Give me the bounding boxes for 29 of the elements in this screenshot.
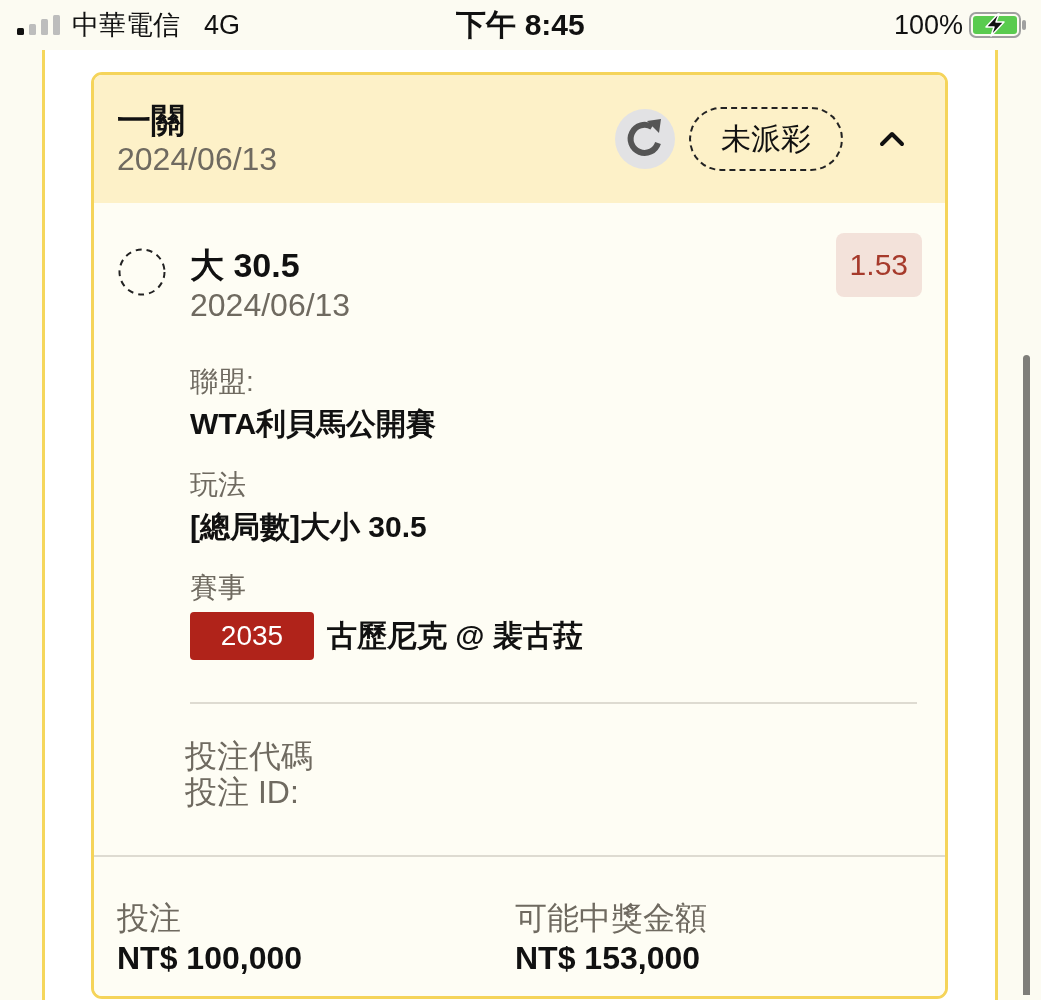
bet-type-title: 一關 (117, 100, 185, 140)
battery-percent: 100% (893, 9, 963, 41)
detail-label: 玩法 (190, 468, 246, 502)
detail-value: WTA利貝馬公開賽 (190, 406, 437, 442)
total-label: 投注 (117, 899, 181, 938)
signal-icon (17, 15, 61, 35)
total-amount: NT$ 100,000 (117, 939, 302, 978)
reference-label: 投注 ID: (185, 774, 299, 810)
scrollbar-thumb[interactable] (1023, 355, 1030, 995)
detail-label: 賽事 (190, 571, 246, 605)
status-badge: 未派彩 (689, 107, 843, 171)
detail-value: [總局數]大小 30.5 (190, 509, 427, 545)
refresh-icon[interactable] (615, 109, 675, 169)
total-amount: NT$ 153,000 (515, 939, 700, 978)
match-number-badge: 2035 (190, 612, 314, 660)
bet-date: 2024/06/13 (117, 140, 278, 178)
detail-label: 聯盟: (190, 365, 254, 399)
battery-charging-icon (969, 12, 1027, 38)
odds-badge: 1.53 (835, 233, 922, 297)
selection-date: 2024/06/13 (190, 286, 351, 325)
network-type: 4G (204, 9, 241, 41)
clock-time: 下午 8:45 (456, 7, 585, 41)
reference-label: 投注代碼 (185, 738, 313, 774)
dashed-circle-icon (118, 248, 166, 296)
selection-name: 大 30.5 (190, 245, 300, 285)
carrier-name: 中華電信 (72, 9, 180, 42)
total-label: 可能中獎金額 (515, 899, 707, 938)
match-teams: 古歷尼克 @ 裴古菈 (327, 617, 583, 654)
chevron-up-icon[interactable] (879, 131, 905, 147)
